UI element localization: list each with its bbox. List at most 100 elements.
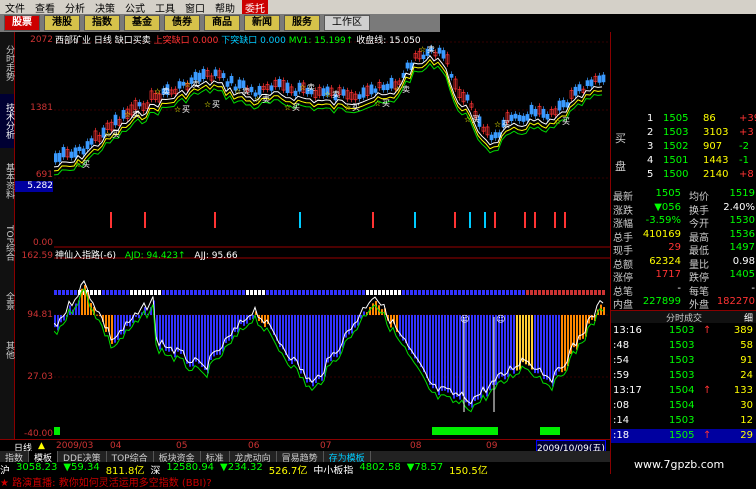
buy-row[interactable]: 3 1502 907 -2: [611, 140, 756, 154]
menu-item-0[interactable]: 文件: [0, 0, 30, 15]
toolbar: 股票 港股 指数 基金 债券 商品 新闻 服务 工作区: [0, 14, 440, 32]
side-tab-5[interactable]: 其他: [0, 330, 14, 370]
toolbar-button-2[interactable]: 指数: [84, 15, 120, 31]
template-tab-0[interactable]: 指数: [0, 451, 30, 464]
band-dash: [106, 290, 109, 295]
menu-item-4[interactable]: 公式: [120, 0, 150, 15]
template-tab-1[interactable]: 模板: [29, 451, 59, 464]
side-tab-4[interactable]: 全景: [0, 274, 14, 328]
toolbar-button-5[interactable]: 商品: [204, 15, 240, 31]
menu-item-6[interactable]: 窗口: [180, 0, 210, 15]
template-tab-8[interactable]: 存为模板: [324, 451, 371, 464]
template-tab-5[interactable]: 标准: [201, 451, 230, 464]
menu-trust-button[interactable]: 委托: [242, 0, 268, 15]
trade-row[interactable]: :59 1503 24: [611, 369, 756, 383]
menu-item-7[interactable]: 帮助: [210, 0, 240, 15]
candle-body: [373, 88, 378, 93]
side-tab-2[interactable]: 基本资料: [0, 154, 14, 208]
band-dash: [266, 290, 269, 295]
sz-value[interactable]: 12580.94: [166, 462, 214, 474]
trade-row[interactable]: 13:16 1503 ↑ 389: [611, 324, 756, 338]
indicator-group: ☺ ☺: [54, 280, 605, 435]
trade-row[interactable]: :18 1505 ↑ 29: [611, 429, 756, 443]
menu-item-2[interactable]: 分析: [60, 0, 90, 15]
candle-body: [601, 74, 606, 83]
side-tab-3[interactable]: TOP综合: [0, 216, 14, 270]
marker-star-icon: ☆: [234, 87, 241, 96]
histogram-bar: [453, 315, 455, 399]
toolbar-button-4[interactable]: 债券: [164, 15, 200, 31]
kline-chart[interactable]: ☆ 买☆ 买☆ 卖☆ 卖☆ 买☆ 卖☆ 买☆ 卖☆ 卖☆ 买☆ 卖☆ 卖☆ 买 ☆ 买☆ 卖☆ 卖☆ 买☆ 买 ☆ 买 ☺…: [54, 32, 610, 439]
template-tab-7[interactable]: 冒易趋势: [277, 451, 324, 464]
indicator-axis-top: 162.59: [21, 251, 54, 261]
toolbar-button-6[interactable]: 新闻: [244, 15, 280, 31]
buy-row[interactable]: 2 1503 3103 +3: [611, 126, 756, 140]
side-tab-0[interactable]: 分时走势: [0, 36, 14, 90]
menu-item-5[interactable]: 工具: [150, 0, 180, 15]
trade-row[interactable]: :48 1503 58: [611, 339, 756, 353]
template-tab-6[interactable]: 龙虎动向: [230, 451, 277, 464]
trade-row[interactable]: :08 1504 30: [611, 399, 756, 413]
toolbar-button-7[interactable]: 服务: [284, 15, 320, 31]
toolbar-button-3[interactable]: 基金: [124, 15, 160, 31]
band-dash: [594, 290, 597, 295]
toolbar-button-8[interactable]: 工作区: [324, 15, 370, 31]
buy-row[interactable]: 4 1501 1443 -1: [611, 154, 756, 168]
histogram-bar: [348, 315, 350, 335]
candle-body: [577, 84, 582, 92]
menu-item-1[interactable]: 查看: [30, 0, 60, 15]
histogram-bar: [510, 315, 512, 371]
histogram-bar: [426, 315, 428, 378]
buy-row[interactable]: 5 1500 2140 +8: [611, 168, 756, 182]
band-dash: [510, 290, 513, 295]
buy-row[interactable]: 1 1505 86 +39: [611, 112, 756, 126]
sh-value[interactable]: 3058.23: [16, 462, 57, 474]
price-axis-top: 2072: [30, 35, 53, 45]
marker-star-icon: ☆: [394, 85, 401, 94]
histogram-bar: [480, 315, 482, 399]
band-dash: [98, 290, 101, 295]
period-up-icon[interactable]: ▲: [38, 441, 45, 451]
band-dash: [198, 290, 201, 295]
candle-body: [381, 84, 386, 91]
quote-value: -: [751, 282, 755, 294]
side-tab-1[interactable]: 技术分析: [0, 94, 14, 148]
quote-value: 410169: [642, 228, 681, 240]
band-dash: [218, 290, 221, 295]
signal-bar: [469, 212, 471, 228]
menu-item-3[interactable]: 决策: [90, 0, 120, 15]
template-tab-2[interactable]: DDE决策: [58, 451, 107, 464]
band-dash: [166, 290, 169, 295]
candles-group: [54, 44, 606, 165]
trade-volume: 24: [740, 370, 753, 381]
marker-star-icon: ☆: [204, 100, 211, 109]
band-dash: [398, 290, 401, 295]
marker-star-icon: ☆: [184, 80, 191, 89]
toolbar-button-0[interactable]: 股票: [4, 15, 40, 31]
histogram-bar: [315, 315, 317, 383]
template-tab-4[interactable]: 板块资金: [154, 451, 201, 464]
histogram-bar: [474, 315, 476, 402]
histogram-bar: [165, 315, 167, 351]
signal-bar: [299, 212, 301, 228]
band-dash: [278, 290, 281, 295]
buy-change: -2: [739, 141, 749, 152]
up-gap-value: 0.000: [192, 36, 219, 46]
buy-change: +3: [739, 127, 754, 138]
quote-value: 29: [668, 242, 681, 253]
zx-label: 中小板指: [313, 466, 354, 477]
zx-value[interactable]: 4802.58: [359, 462, 400, 474]
quote-value: 1519: [729, 188, 755, 199]
candle-body: [557, 100, 562, 111]
trade-row[interactable]: :54 1503 91: [611, 354, 756, 368]
template-tab-3[interactable]: TOP综合: [107, 451, 154, 464]
trade-row[interactable]: :14 1503 12: [611, 414, 756, 428]
trade-row[interactable]: 13:17 1504 ↑ 133: [611, 384, 756, 398]
sell-marker: 卖: [132, 110, 140, 119]
toolbar-button-1[interactable]: 港股: [44, 15, 80, 31]
histogram-bar: [441, 315, 443, 391]
news-scroll[interactable]: ★ 路演直播: 教你如何灵活运用多空指数 (BBI)?: [0, 474, 610, 489]
trades-detail-tab[interactable]: 细: [744, 311, 753, 324]
histogram-bar: [543, 315, 545, 380]
histogram-bar: [507, 315, 509, 378]
